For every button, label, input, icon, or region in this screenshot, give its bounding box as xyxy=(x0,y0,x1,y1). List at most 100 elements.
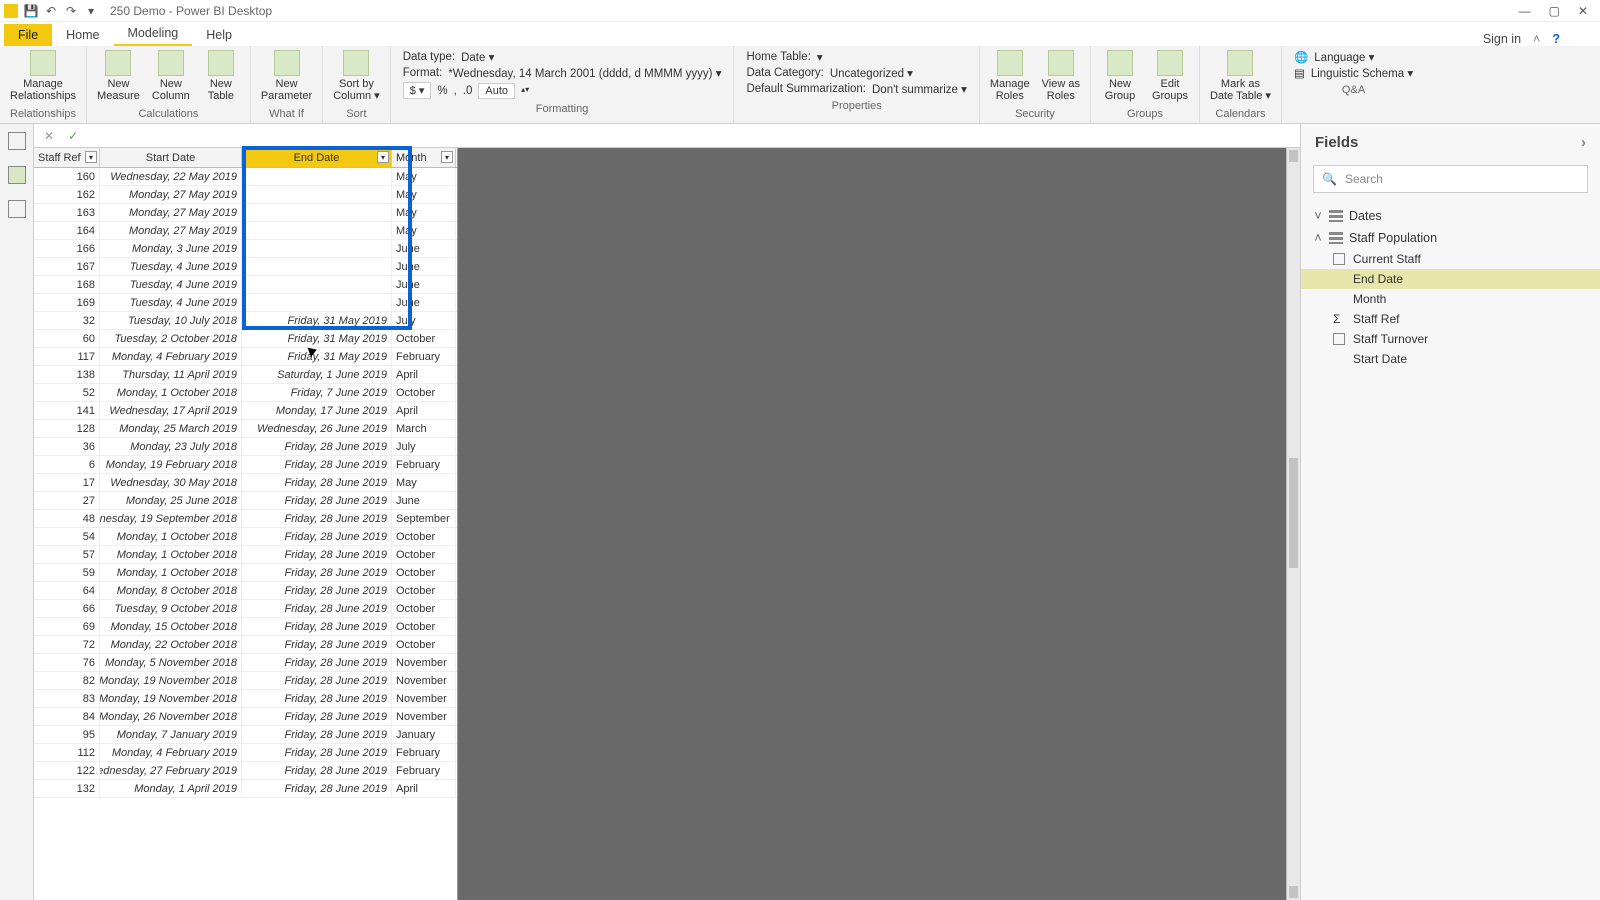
tab-modeling[interactable]: Modeling xyxy=(114,22,193,46)
hometable-dropdown[interactable]: ▾ xyxy=(817,50,823,64)
spinner-icon[interactable]: ▴▾ xyxy=(521,87,529,93)
table-row[interactable]: 166Monday, 3 June 2019June xyxy=(34,240,457,258)
table-row[interactable]: 66Tuesday, 9 October 2018Friday, 28 June… xyxy=(34,600,457,618)
field-end-date[interactable]: End Date xyxy=(1301,269,1600,289)
formula-commit-icon[interactable]: ✓ xyxy=(68,129,78,143)
col-header-staff-ref[interactable]: Staff Ref▾ xyxy=(34,148,100,167)
filter-dropdown-icon[interactable]: ▾ xyxy=(377,151,389,163)
table-row[interactable]: 32Tuesday, 10 July 2018Friday, 31 May 20… xyxy=(34,312,457,330)
fields-collapse-icon[interactable]: › xyxy=(1581,134,1586,151)
table-row[interactable]: 169Tuesday, 4 June 2019June xyxy=(34,294,457,312)
scroll-thumb[interactable] xyxy=(1289,458,1298,568)
sort-by-column-button[interactable]: Sort by Column ▾ xyxy=(329,48,383,104)
table-row[interactable]: 122Wednesday, 27 February 2019Friday, 28… xyxy=(34,762,457,780)
new-parameter-button[interactable]: New Parameter xyxy=(257,48,316,104)
filter-dropdown-icon[interactable]: ▾ xyxy=(441,151,453,163)
table-row[interactable]: 167Tuesday, 4 June 2019June xyxy=(34,258,457,276)
cell-staff-ref: 69 xyxy=(34,618,100,635)
table-row[interactable]: 138Thursday, 11 April 2019Saturday, 1 Ju… xyxy=(34,366,457,384)
field-staff-turnover[interactable]: Staff Turnover xyxy=(1301,329,1600,349)
table-dates[interactable]: ˅Dates xyxy=(1301,205,1600,227)
table-row[interactable]: 6Monday, 19 February 2018Friday, 28 June… xyxy=(34,456,457,474)
table-row[interactable]: 82Monday, 19 November 2018Friday, 28 Jun… xyxy=(34,672,457,690)
table-row[interactable]: 83Monday, 19 November 2018Friday, 28 Jun… xyxy=(34,690,457,708)
auto-decimals-input[interactable]: Auto xyxy=(478,83,515,99)
table-staff-population[interactable]: ˄Staff Population xyxy=(1301,227,1600,249)
table-row[interactable]: 141Wednesday, 17 April 2019Monday, 17 Ju… xyxy=(34,402,457,420)
table-row[interactable]: 162Monday, 27 May 2019May xyxy=(34,186,457,204)
thousands-button[interactable]: , xyxy=(454,85,457,97)
scroll-up-icon[interactable] xyxy=(1289,150,1298,162)
formula-cancel-icon[interactable]: ✕ xyxy=(44,129,54,143)
qat-more-icon[interactable]: ▾ xyxy=(84,4,98,18)
field-start-date[interactable]: Start Date xyxy=(1301,349,1600,369)
table-row[interactable]: 112Monday, 4 February 2019Friday, 28 Jun… xyxy=(34,744,457,762)
percent-button[interactable]: % xyxy=(437,85,447,97)
report-view-icon[interactable] xyxy=(8,132,26,150)
table-row[interactable]: 95Monday, 7 January 2019Friday, 28 June … xyxy=(34,726,457,744)
format-dropdown[interactable]: *Wednesday, 14 March 2001 (dddd, d MMMM … xyxy=(448,66,721,80)
model-view-icon[interactable] xyxy=(8,200,26,218)
filter-dropdown-icon[interactable]: ▾ xyxy=(85,151,97,163)
table-row[interactable]: 54Monday, 1 October 2018Friday, 28 June … xyxy=(34,528,457,546)
field-month[interactable]: Month xyxy=(1301,289,1600,309)
scroll-down-icon[interactable] xyxy=(1289,886,1298,898)
tab-file[interactable]: File xyxy=(4,24,52,46)
table-row[interactable]: 164Monday, 27 May 2019May xyxy=(34,222,457,240)
view-as-roles-button[interactable]: View as Roles xyxy=(1038,48,1084,104)
undo-icon[interactable]: ↶ xyxy=(44,4,58,18)
table-row[interactable]: 128Monday, 25 March 2019Wednesday, 26 Ju… xyxy=(34,420,457,438)
table-row[interactable]: 76Monday, 5 November 2018Friday, 28 June… xyxy=(34,654,457,672)
table-row[interactable]: 64Monday, 8 October 2018Friday, 28 June … xyxy=(34,582,457,600)
tab-help[interactable]: Help xyxy=(192,24,246,46)
mark-date-table-button[interactable]: Mark as Date Table ▾ xyxy=(1206,48,1275,104)
redo-icon[interactable]: ↷ xyxy=(64,4,78,18)
table-row[interactable]: 168Tuesday, 4 June 2019June xyxy=(34,276,457,294)
table-row[interactable]: 60Tuesday, 2 October 2018Friday, 31 May … xyxy=(34,330,457,348)
table-row[interactable]: 117Monday, 4 February 2019Friday, 31 May… xyxy=(34,348,457,366)
datacategory-dropdown[interactable]: Uncategorized ▾ xyxy=(830,66,913,80)
help-icon[interactable]: ? xyxy=(1552,32,1560,46)
save-icon[interactable]: 💾 xyxy=(24,4,38,18)
table-row[interactable]: 52Monday, 1 October 2018Friday, 7 June 2… xyxy=(34,384,457,402)
field-current-staff[interactable]: Current Staff xyxy=(1301,249,1600,269)
fields-search-input[interactable]: 🔍 Search xyxy=(1313,165,1588,193)
table-row[interactable]: 69Monday, 15 October 2018Friday, 28 June… xyxy=(34,618,457,636)
table-row[interactable]: 72Monday, 22 October 2018Friday, 28 June… xyxy=(34,636,457,654)
table-row[interactable]: 17Wednesday, 30 May 2018Friday, 28 June … xyxy=(34,474,457,492)
ribbon-collapse-icon[interactable]: ˄ xyxy=(1533,32,1540,46)
vertical-scrollbar[interactable] xyxy=(1286,148,1300,900)
new-group-button[interactable]: New Group xyxy=(1097,48,1143,104)
table-row[interactable]: 132Monday, 1 April 2019Friday, 28 June 2… xyxy=(34,780,457,798)
manage-roles-button[interactable]: Manage Roles xyxy=(986,48,1034,104)
table-row[interactable]: 48Wednesday, 19 September 2018Friday, 28… xyxy=(34,510,457,528)
signin-link[interactable]: Sign in xyxy=(1483,32,1521,46)
language-dropdown[interactable]: Language ▾ xyxy=(1314,50,1374,64)
window-close-icon[interactable]: ✕ xyxy=(1578,4,1588,18)
table-row[interactable]: 36Monday, 23 July 2018Friday, 28 June 20… xyxy=(34,438,457,456)
col-header-end-date[interactable]: End Date▾ xyxy=(242,148,392,167)
new-table-button[interactable]: New Table xyxy=(198,48,244,104)
new-measure-button[interactable]: New Measure xyxy=(93,48,144,104)
data-view-icon[interactable] xyxy=(8,166,26,184)
table-row[interactable]: 57Monday, 1 October 2018Friday, 28 June … xyxy=(34,546,457,564)
table-row[interactable]: 27Monday, 25 June 2018Friday, 28 June 20… xyxy=(34,492,457,510)
datatype-dropdown[interactable]: Date ▾ xyxy=(461,50,494,64)
table-row[interactable]: 84Monday, 26 November 2018Friday, 28 Jun… xyxy=(34,708,457,726)
linguistic-schema-dropdown[interactable]: Linguistic Schema ▾ xyxy=(1311,66,1413,80)
currency-button[interactable]: $ ▾ xyxy=(403,82,432,99)
table-row[interactable]: 163Monday, 27 May 2019May xyxy=(34,204,457,222)
manage-relationships-button[interactable]: Manage Relationships xyxy=(6,48,80,104)
tab-home[interactable]: Home xyxy=(52,24,113,46)
window-minimize-icon[interactable]: — xyxy=(1519,4,1531,18)
new-column-button[interactable]: New Column xyxy=(148,48,194,104)
table-row[interactable]: 160Wednesday, 22 May 2019May xyxy=(34,168,457,186)
col-header-start-date[interactable]: Start Date xyxy=(100,148,242,167)
field-staff-ref[interactable]: ΣStaff Ref xyxy=(1301,309,1600,329)
edit-groups-button[interactable]: Edit Groups xyxy=(1147,48,1193,104)
window-restore-icon[interactable]: ▢ xyxy=(1549,4,1560,18)
decimal-button[interactable]: .0 xyxy=(463,85,473,97)
summarization-dropdown[interactable]: Don't summarize ▾ xyxy=(872,82,967,96)
table-row[interactable]: 59Monday, 1 October 2018Friday, 28 June … xyxy=(34,564,457,582)
col-header-month[interactable]: Month▾ xyxy=(392,148,456,167)
